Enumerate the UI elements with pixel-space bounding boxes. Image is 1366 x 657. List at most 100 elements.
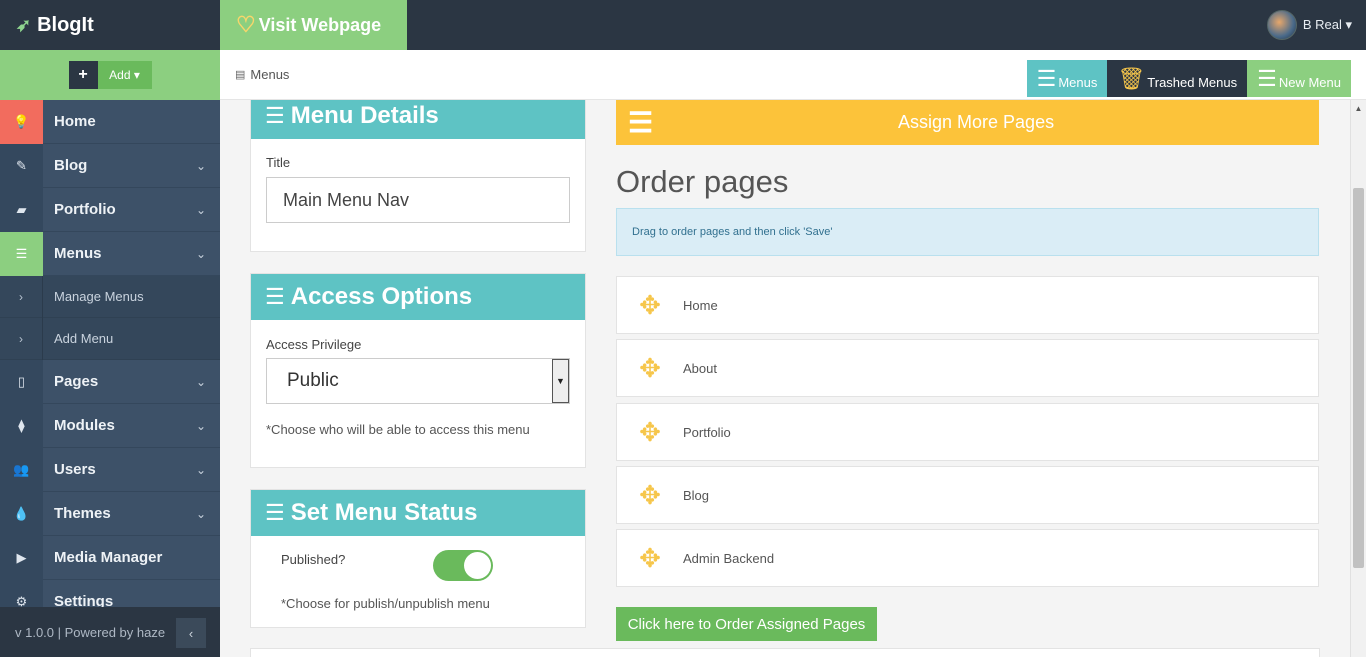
sidebar-item-label: Menus (54, 245, 102, 262)
chevron-down-icon: ⌄ (195, 462, 207, 477)
sidebar-item-home[interactable]: 💡 Home (0, 99, 220, 144)
sidebar-item-modules[interactable]: ⧫ Modules ⌄ (0, 403, 220, 448)
page-row[interactable]: ✥ About (616, 339, 1319, 397)
toolbar: ☰ Menus 🗑 Trashed Menus ☰ New Menu (1026, 60, 1351, 97)
sidebar-item-media-manager[interactable]: ▶ Media Manager (0, 535, 220, 580)
access-options-panel: ☰ Access Options Access Privilege Public… (250, 273, 586, 468)
order-info-alert: Drag to order pages and then click 'Save… (616, 208, 1319, 256)
sidebar-item-label: Modules (54, 417, 115, 434)
new-menu-button[interactable]: ☰ New Menu (1247, 60, 1351, 97)
access-privilege-value: Public (287, 370, 339, 391)
page-row[interactable]: ✥ Home (616, 276, 1319, 334)
chevron-down-icon: ⌄ (195, 374, 207, 389)
briefcase-icon: ▰ (0, 187, 43, 232)
page-scrollbar[interactable]: ▲ (1350, 100, 1366, 657)
panel-heading: ☰ Set Menu Status (251, 490, 585, 536)
sidebar-item-label: Media Manager (54, 549, 163, 566)
list-icon: ☰ (1257, 66, 1277, 91)
scrollbar-thumb[interactable] (1353, 188, 1364, 568)
chevron-down-icon: ⌄ (195, 246, 207, 261)
chevron-down-icon: ⌄ (195, 158, 207, 173)
sidebar: ➶ BlogIt + Add ▾ 💡 Home ✎ Blog ⌄ ▰ Portf… (0, 0, 220, 657)
user-name: B Real ▾ (1302, 17, 1352, 32)
list-icon: ☰ (1036, 66, 1057, 91)
page-row[interactable]: ✥ Blog (616, 466, 1319, 524)
sidebar-subitem-label: Manage Menus (54, 289, 144, 304)
lightbulb-icon: 💡 (0, 99, 43, 144)
panel-heading: ☰ Access Options (251, 274, 585, 320)
menus-button[interactable]: ☰ Menus (1026, 60, 1108, 97)
list-icon: ☰ (0, 231, 43, 276)
chevron-right-icon: › (0, 317, 43, 360)
access-hint: *Choose who will be able to access this … (266, 422, 530, 437)
breadcrumb-label: Menus (250, 67, 290, 82)
assign-more-pages-button[interactable]: ☰ Assign More Pages (616, 100, 1319, 145)
panel-heading: ☰ Menu Details (251, 100, 585, 139)
sidebar-item-menus[interactable]: ☰ Menus ⌄ (0, 231, 220, 276)
trashed-menus-label: Trashed Menus (1147, 75, 1238, 90)
toggle-knob (464, 552, 491, 579)
list-icon: ▤ (235, 69, 246, 81)
page-name: Blog (683, 487, 710, 503)
sidebar-item-label: Blog (54, 157, 88, 174)
move-icon[interactable]: ✥ (617, 353, 683, 384)
page-name: Portfolio (683, 424, 731, 440)
move-icon[interactable]: ✥ (617, 543, 683, 574)
chevron-down-icon: ▼ (552, 359, 569, 403)
sidebar-item-users[interactable]: 👥 Users ⌄ (0, 447, 220, 492)
sidebar-item-blog[interactable]: ✎ Blog ⌄ (0, 143, 220, 188)
edit-icon: ✎ (0, 143, 43, 188)
sidebar-subitem-add-menu[interactable]: › Add Menu (0, 317, 220, 360)
chevron-right-icon: › (0, 275, 43, 318)
sidebar-subitem-label: Add Menu (54, 331, 114, 346)
user-menu[interactable]: B Real ▾ (1266, 10, 1352, 40)
sidebar-item-pages[interactable]: ▯ Pages ⌄ (0, 359, 220, 404)
published-toggle[interactable] (433, 550, 493, 581)
title-label: Title (266, 155, 291, 170)
bars-icon: ☰ (265, 500, 285, 525)
visit-webpage-label: Visit Webpage (258, 14, 382, 35)
access-privilege-select[interactable]: Public ▼ (266, 358, 570, 404)
menus-button-label: Menus (1058, 75, 1098, 90)
sidebar-item-label: Home (54, 113, 96, 130)
visit-webpage-button[interactable]: ♡ Visit Webpage (220, 0, 407, 50)
sidebar-subitem-manage-menus[interactable]: › Manage Menus (0, 275, 220, 318)
move-icon[interactable]: ✥ (617, 480, 683, 511)
sidebar-item-label: Themes (54, 505, 111, 522)
add-button-label: Add ▾ (97, 61, 152, 89)
chevron-down-icon: ⌄ (195, 506, 207, 521)
collapse-sidebar-button[interactable]: ‹ (176, 618, 206, 648)
access-privilege-label: Access Privilege (266, 337, 362, 352)
sidebar-item-label: Users (54, 461, 96, 478)
assign-more-pages-label: Assign More Pages (898, 112, 1055, 132)
rocket-icon: ➶ (16, 14, 32, 35)
new-menu-label: New Menu (1278, 75, 1341, 90)
page-row[interactable]: ✥ Portfolio (616, 403, 1319, 461)
status-hint: *Choose for publish/unpublish menu (281, 596, 490, 611)
order-pages-title: Order pages (616, 164, 789, 199)
page-name: About (683, 360, 717, 376)
sidebar-item-label: Pages (54, 373, 99, 390)
published-label: Published? (281, 552, 346, 567)
move-icon[interactable]: ✥ (617, 290, 683, 321)
users-icon: 👥 (0, 447, 43, 492)
page-row[interactable]: ✥ Admin Backend (616, 529, 1319, 587)
move-icon[interactable]: ✥ (617, 417, 683, 448)
bottom-panel (250, 648, 1320, 657)
panel-title: Set Menu Status (290, 499, 478, 526)
sidebar-item-themes[interactable]: 💧 Themes ⌄ (0, 491, 220, 536)
page-name: Home (683, 297, 718, 313)
sidebar-item-portfolio[interactable]: ▰ Portfolio ⌄ (0, 187, 220, 232)
scroll-up-icon[interactable]: ▲ (1351, 100, 1366, 116)
main-content: ☰ Menu Details Title Main Menu Nav ☰ Acc… (220, 100, 1350, 657)
bars-icon: ☰ (265, 103, 285, 128)
trashed-menus-button[interactable]: 🗑 Trashed Menus (1107, 60, 1248, 97)
brand[interactable]: ➶ BlogIt (0, 0, 220, 50)
page-name: Admin Backend (683, 550, 775, 566)
add-button[interactable]: + Add ▾ (68, 61, 152, 89)
top-bar: ♡ Visit Webpage B Real ▾ (220, 0, 1366, 50)
breadcrumb: ▤ Menus (235, 67, 289, 82)
order-assigned-pages-button[interactable]: Click here to Order Assigned Pages (616, 607, 877, 641)
menu-status-panel: ☰ Set Menu Status Published? *Choose for… (250, 489, 586, 628)
title-input[interactable]: Main Menu Nav (266, 177, 570, 223)
